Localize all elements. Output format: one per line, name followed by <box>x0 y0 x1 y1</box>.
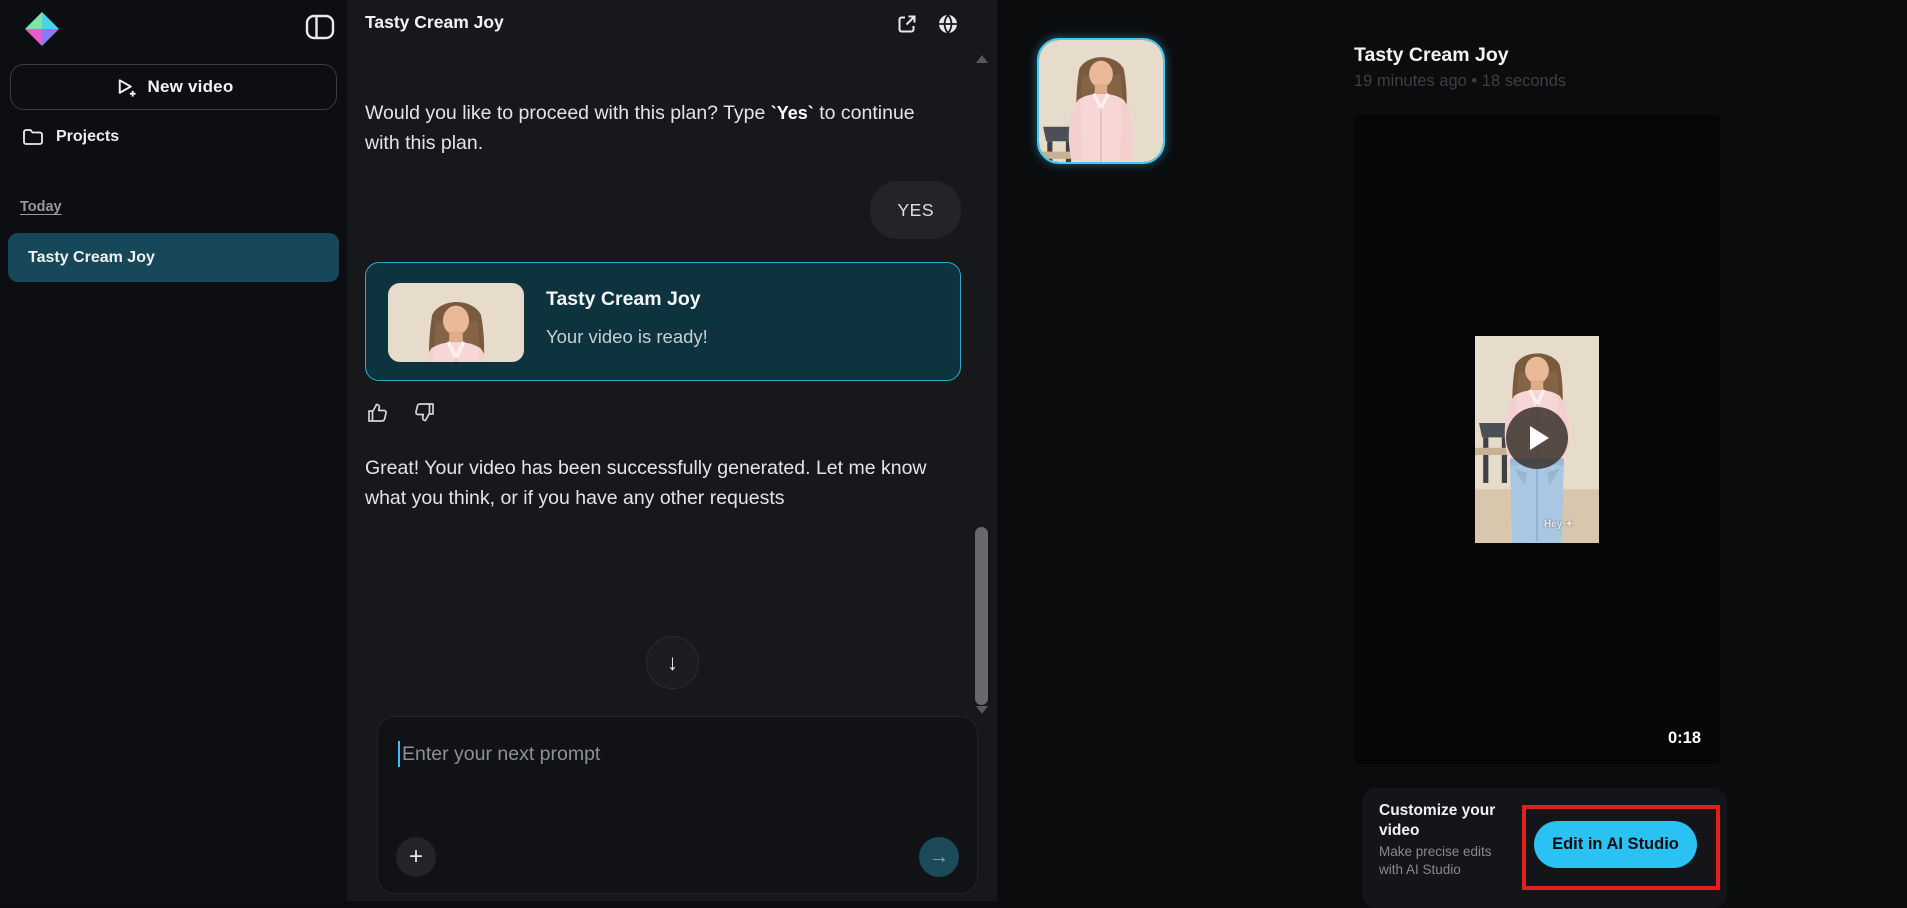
feedback-row <box>365 400 437 425</box>
video-card-subtitle: Your video is ready! <box>546 326 708 348</box>
projects-label: Projects <box>56 128 119 146</box>
globe-icon[interactable] <box>937 13 959 35</box>
customize-subtitle: Make precise edits with AI Studio <box>1379 843 1519 879</box>
new-video-button[interactable]: New video <box>10 64 337 110</box>
sidebar-toggle-icon[interactable] <box>305 14 335 40</box>
folder-icon <box>22 127 44 147</box>
scrollbar-thumb[interactable] <box>975 527 988 705</box>
chat-panel: Tasty Cream Joy Would you like to procee… <box>347 0 997 901</box>
history-section-label: Today <box>20 199 62 215</box>
app-logo-icon[interactable] <box>24 11 60 47</box>
sidebar: New video Projects Today Tasty Cream Joy <box>0 0 347 901</box>
history-item-label: Tasty Cream Joy <box>28 249 155 267</box>
assistant-message-code: `Yes` <box>771 103 814 123</box>
plus-icon: + <box>409 843 423 871</box>
new-video-label: New video <box>148 77 234 97</box>
assistant-message-text: Would you like to proceed with this plan… <box>365 102 771 124</box>
thumbs-down-icon[interactable] <box>412 400 437 425</box>
preview-meta: 19 minutes ago • 18 seconds <box>1354 72 1566 91</box>
send-arrow-icon: → <box>929 846 949 869</box>
open-external-icon[interactable] <box>896 13 918 35</box>
chat-title: Tasty Cream Joy <box>365 12 504 33</box>
video-watermark: Hey ✦ <box>1544 519 1574 530</box>
scene-thumbnail[interactable] <box>1037 38 1165 164</box>
user-message-bubble: YES <box>870 181 961 239</box>
edit-in-ai-studio-button[interactable]: Edit in AI Studio <box>1534 821 1697 868</box>
text-caret <box>398 741 400 767</box>
sidebar-item-projects[interactable]: Projects <box>22 127 119 147</box>
preview-panel: Tasty Cream Joy 19 minutes ago • 18 seco… <box>997 0 1907 901</box>
attach-button[interactable]: + <box>396 837 436 877</box>
scrollbar-up-arrow[interactable] <box>976 55 988 63</box>
prompt-placeholder-row: Enter your next prompt <box>398 741 600 767</box>
play-icon <box>1530 426 1549 450</box>
preview-title: Tasty Cream Joy <box>1354 44 1509 67</box>
scroll-to-bottom-button[interactable]: ↓ <box>646 636 699 689</box>
assistant-message: Great! Your video has been successfully … <box>365 453 940 513</box>
chat-header: Tasty Cream Joy <box>347 0 997 48</box>
new-video-icon <box>114 76 137 99</box>
video-player[interactable]: Hey ✦ 0:18 <box>1354 115 1720 764</box>
arrow-down-icon: ↓ <box>667 650 678 676</box>
user-message-text: YES <box>897 200 934 221</box>
assistant-message: Would you like to proceed with this plan… <box>365 98 925 158</box>
video-card-title: Tasty Cream Joy <box>546 288 701 311</box>
thumbs-up-icon[interactable] <box>365 400 390 425</box>
sidebar-item-tasty-cream-joy[interactable]: Tasty Cream Joy <box>8 233 339 282</box>
prompt-placeholder: Enter your next prompt <box>402 743 600 766</box>
chat-scrollbar <box>975 0 989 901</box>
customize-title: Customize your video <box>1379 801 1509 841</box>
video-ready-card[interactable]: Tasty Cream Joy Your video is ready! <box>365 262 961 381</box>
play-button[interactable] <box>1506 407 1568 469</box>
video-duration: 0:18 <box>1668 729 1701 748</box>
customize-card: Customize your video Make precise edits … <box>1362 788 1727 908</box>
prompt-input[interactable]: Enter your next prompt + → <box>377 716 978 894</box>
scrollbar-down-arrow[interactable] <box>976 706 988 714</box>
send-button[interactable]: → <box>919 837 959 877</box>
video-card-thumbnail <box>388 283 524 362</box>
